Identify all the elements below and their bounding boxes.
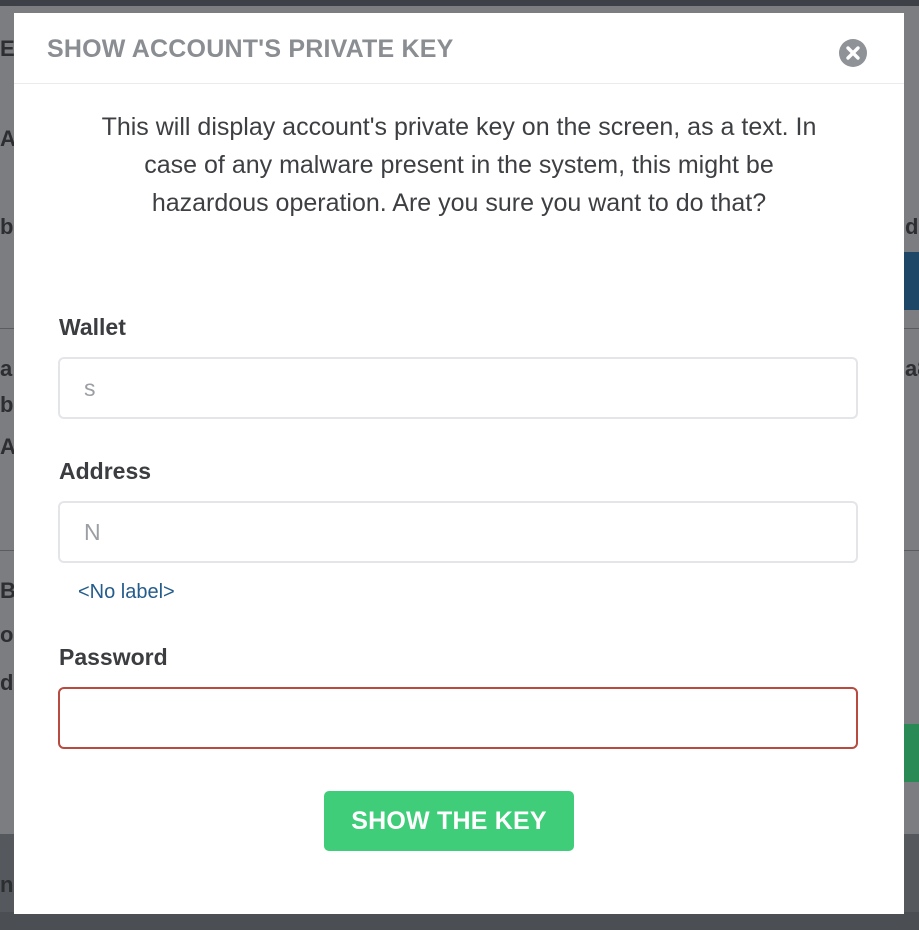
background-text: a8: [905, 356, 919, 381]
address-label: Address: [59, 458, 152, 484]
warning-message: This will display account's private key …: [101, 113, 817, 217]
private-key-modal: SHOW ACCOUNT'S PRIVATE KEY This will dis…: [14, 13, 904, 914]
wallet-field[interactable]: s: [58, 357, 858, 419]
password-label: Password: [59, 644, 168, 670]
background-text: b: [0, 214, 14, 239]
background-text: b: [0, 392, 14, 417]
background-text: n: [0, 872, 14, 897]
address-label-link[interactable]: <No label>: [78, 581, 175, 604]
background-text: E: [0, 36, 15, 61]
background-text: d: [905, 214, 919, 239]
address-field[interactable]: N: [58, 501, 858, 563]
close-icon: [846, 46, 860, 60]
password-field[interactable]: [58, 687, 858, 749]
close-button[interactable]: [839, 39, 867, 67]
background-text: a: [0, 356, 13, 381]
background-text: o: [0, 622, 14, 647]
background-top-bar: [0, 0, 919, 6]
modal-title: SHOW ACCOUNT'S PRIVATE KEY: [47, 35, 454, 63]
background-frame: [0, 912, 919, 930]
wallet-label: Wallet: [59, 314, 126, 340]
background-button: [903, 252, 919, 310]
modal-header: SHOW ACCOUNT'S PRIVATE KEY: [14, 13, 904, 84]
background-button: [903, 724, 919, 782]
background-text: d: [0, 670, 14, 695]
show-key-button[interactable]: SHOW THE KEY: [324, 791, 574, 851]
